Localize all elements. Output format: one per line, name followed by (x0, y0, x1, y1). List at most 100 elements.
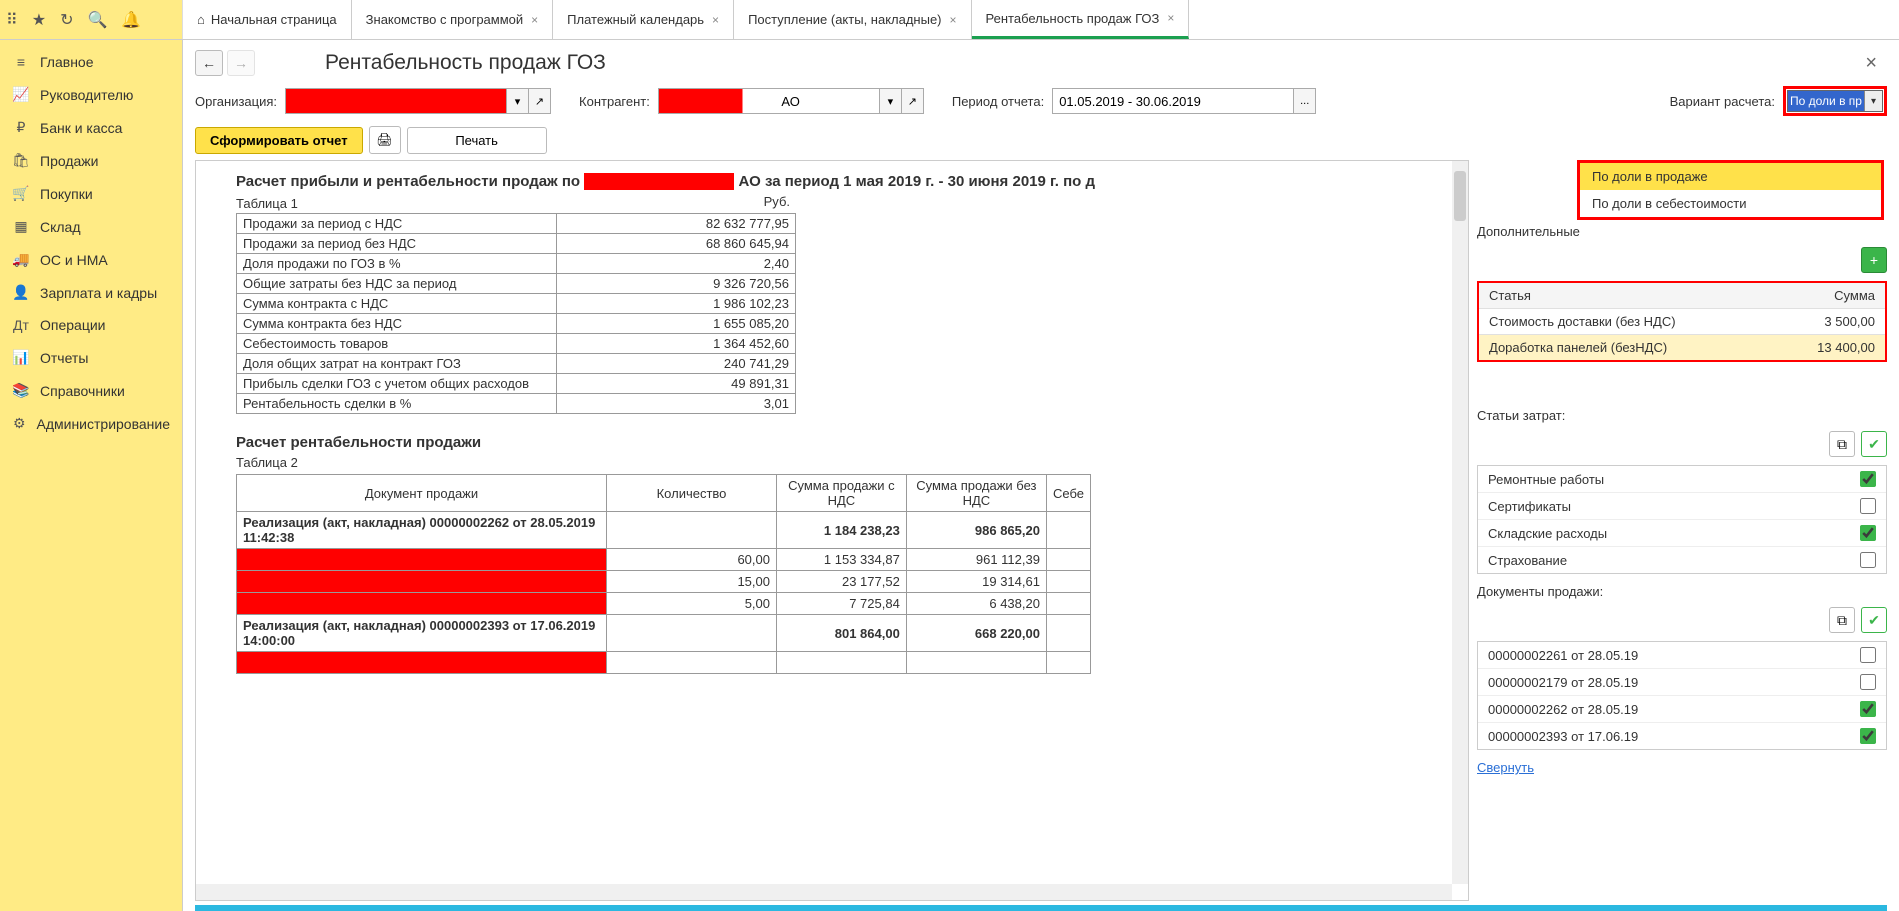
tab[interactable]: Платежный календарь× (553, 0, 734, 39)
sidebar-item[interactable]: 👤Зарплата и кадры (0, 276, 182, 309)
variant-input[interactable] (1788, 91, 1864, 111)
doc-row[interactable]: 00000002261 от 28.05.19 (1478, 642, 1886, 669)
tab[interactable]: Поступление (акты, накладные)× (734, 0, 971, 39)
org-open-icon[interactable]: ↗ (528, 89, 550, 113)
star-icon[interactable]: ★ (32, 10, 46, 30)
period-more-button[interactable]: ... (1293, 89, 1315, 113)
contr-combo[interactable]: ▾ ↗ (658, 88, 924, 114)
sidebar-item[interactable]: 🛍Продажи (0, 144, 182, 177)
variant-select[interactable]: ▾ (1787, 90, 1883, 112)
cost-row[interactable]: Страхование (1478, 547, 1886, 573)
cost-checkbox[interactable] (1860, 471, 1876, 487)
sidebar-item[interactable]: 🚚ОС и НМА (0, 243, 182, 276)
org-combo[interactable]: ▾ ↗ (285, 88, 551, 114)
cost-row[interactable]: Сертификаты (1478, 493, 1886, 520)
doc-name: 00000002262 от 28.05.19 (1488, 702, 1638, 717)
org-label: Организация: (195, 94, 277, 109)
org-dropdown-icon[interactable]: ▾ (506, 89, 528, 113)
dd-option-sale[interactable]: По доли в продаже (1580, 163, 1881, 190)
sidebar-item[interactable]: ▦Склад (0, 210, 182, 243)
history-icon[interactable]: ↻ (60, 10, 73, 30)
cost-row[interactable]: Ремонтные работы (1478, 466, 1886, 493)
print-icon-button[interactable]: 🖨 (369, 126, 401, 154)
org-input[interactable] (286, 89, 506, 113)
t1-name: Сумма контракта без НДС (237, 314, 557, 334)
sidebar-item[interactable]: 📈Руководителю (0, 78, 182, 111)
apps-icon[interactable]: ⠿ (6, 10, 18, 30)
variant-dropdown-icon[interactable]: ▾ (1864, 91, 1882, 111)
t1-value: 1 986 102,23 (557, 294, 796, 314)
form-report-button[interactable]: Сформировать отчет (195, 127, 363, 154)
close-icon[interactable]: × (1865, 52, 1887, 75)
sidebar-icon: 📊 (12, 349, 30, 366)
cost-checkbox[interactable] (1860, 525, 1876, 541)
period-combo[interactable]: ... (1052, 88, 1316, 114)
t2-cell: 6 438,20 (906, 593, 1046, 615)
sidebar-item[interactable]: 📊Отчеты (0, 341, 182, 374)
sidebar-label: Главное (40, 54, 94, 70)
contr-open-icon[interactable]: ↗ (901, 89, 923, 113)
tab-close-icon[interactable]: × (1167, 11, 1174, 25)
doc-checkbox[interactable] (1860, 674, 1876, 690)
period-input[interactable] (1053, 89, 1293, 113)
article-row[interactable]: Доработка панелей (безНДС)13 400,00 (1479, 335, 1885, 360)
print-button[interactable]: Печать (407, 127, 547, 154)
doc-row[interactable]: 00000002262 от 28.05.19 (1478, 696, 1886, 723)
forward-button[interactable]: → (227, 50, 255, 76)
sidebar-item[interactable]: ⚙Администрирование (0, 407, 182, 440)
article-row[interactable]: Стоимость доставки (без НДС)3 500,00 (1479, 309, 1885, 335)
tab[interactable]: Знакомство с программой× (352, 0, 554, 39)
t2-cell: 60,00 (607, 549, 777, 571)
t2-cell: 986 865,20 (906, 512, 1046, 549)
t1-value: 49 891,31 (557, 374, 796, 394)
copy-button-2[interactable]: ⧉ (1829, 607, 1855, 633)
tab-close-icon[interactable]: × (950, 13, 957, 27)
check-all-button-2[interactable]: ✔ (1861, 607, 1887, 633)
sidebar: ≡Главное📈Руководителю₽Банк и касса🛍Прода… (0, 40, 183, 911)
sidebar-item[interactable]: ДтОперации (0, 309, 182, 341)
doc-checkbox[interactable] (1860, 701, 1876, 717)
col-article: Статья (1489, 288, 1765, 303)
t1-value: 9 326 720,56 (557, 274, 796, 294)
right-panel: По доли в продаже По доли в себестоимост… (1477, 160, 1887, 901)
tab-close-icon[interactable]: × (531, 13, 538, 27)
back-button[interactable]: ← (195, 50, 223, 76)
doc-row[interactable]: 00000002393 от 17.06.19 (1478, 723, 1886, 749)
bell-icon[interactable]: 🔔 (121, 10, 141, 30)
sidebar-item[interactable]: ₽Банк и касса (0, 111, 182, 144)
t2-cell (1046, 593, 1090, 615)
sidebar-label: Администрирование (37, 416, 171, 432)
tab-close-icon[interactable]: × (712, 13, 719, 27)
cost-checkbox[interactable] (1860, 552, 1876, 568)
sidebar-item[interactable]: 🛒Покупки (0, 177, 182, 210)
t1-name: Прибыль сделки ГОЗ с учетом общих расход… (237, 374, 557, 394)
check-all-button[interactable]: ✔ (1861, 431, 1887, 457)
dd-option-cost[interactable]: По доли в себестоимости (1580, 190, 1881, 217)
costs-label: Статьи затрат: (1477, 408, 1887, 423)
contr-dropdown-icon[interactable]: ▾ (879, 89, 901, 113)
scrollbar-v[interactable] (1452, 161, 1468, 884)
t1-value: 1 364 452,60 (557, 334, 796, 354)
cost-checkbox[interactable] (1860, 498, 1876, 514)
t2-cell: 801 864,00 (777, 615, 907, 652)
copy-button[interactable]: ⧉ (1829, 431, 1855, 457)
doc-name: 00000002179 от 28.05.19 (1488, 675, 1638, 690)
tab[interactable]: Рентабельность продаж ГОЗ× (972, 0, 1190, 39)
doc-checkbox[interactable] (1860, 647, 1876, 663)
article-value: 3 500,00 (1765, 314, 1875, 329)
sidebar-item[interactable]: ≡Главное (0, 46, 182, 78)
collapse-link[interactable]: Свернуть (1477, 756, 1887, 779)
cost-row[interactable]: Складские расходы (1478, 520, 1886, 547)
tab[interactable]: ⌂Начальная страница (183, 0, 352, 39)
t2-cell (607, 615, 777, 652)
scrollbar-h[interactable] (196, 884, 1452, 900)
doc-row[interactable]: 00000002179 от 28.05.19 (1478, 669, 1886, 696)
sidebar-item[interactable]: 📚Справочники (0, 374, 182, 407)
doc-checkbox[interactable] (1860, 728, 1876, 744)
add-button[interactable]: + (1861, 247, 1887, 273)
sidebar-icon: 👤 (12, 284, 30, 301)
search-icon[interactable]: 🔍 (87, 10, 107, 30)
contr-input[interactable] (659, 89, 879, 113)
sidebar-label: Справочники (40, 383, 125, 399)
sidebar-label: Банк и касса (40, 120, 122, 136)
